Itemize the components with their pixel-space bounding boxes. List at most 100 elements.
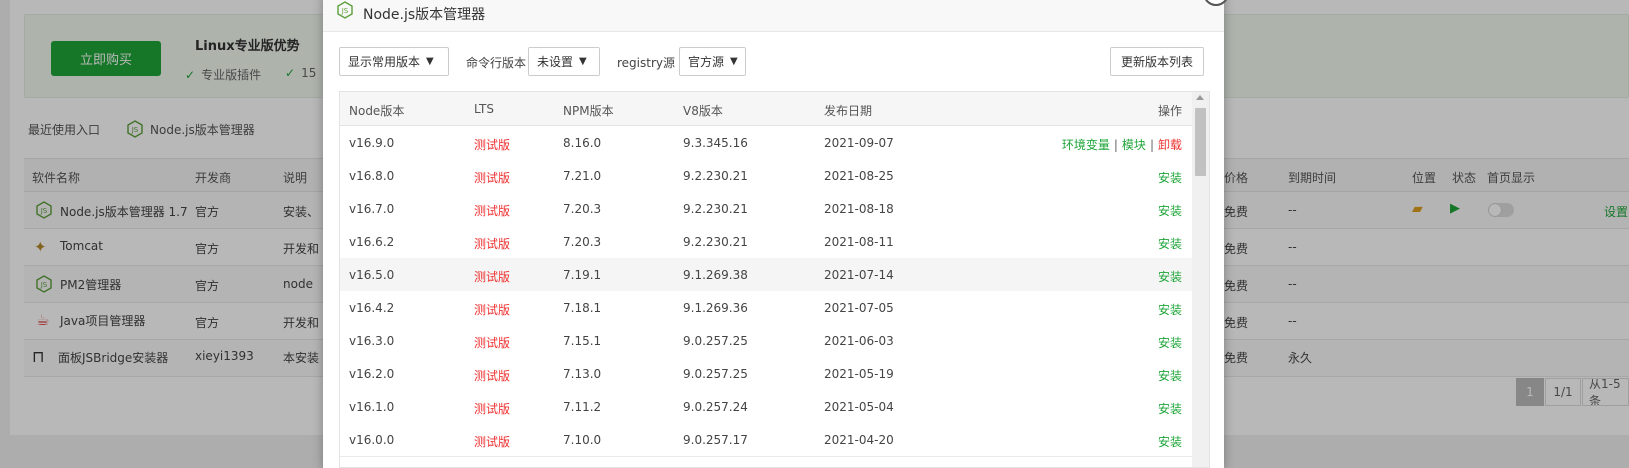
registry-label: registry源 (617, 56, 675, 70)
cli-version-label: 命令行版本 (466, 56, 527, 70)
install-link[interactable]: 安装 (1158, 204, 1182, 218)
row-actions: 环境变量 | 模块 | 卸载 (1062, 136, 1182, 153)
col-npm-version: NPM版本 (563, 104, 614, 118)
npm-version: 7.19.1 (563, 268, 602, 282)
node-version: v16.8.0 (349, 169, 395, 183)
npm-version: 7.20.3 (563, 202, 602, 216)
node-version: v16.3.0 (349, 334, 395, 348)
install-link[interactable]: 安装 (1158, 435, 1182, 449)
lts-status: 测试版 (474, 138, 511, 152)
v8-version: 9.0.257.17 (683, 433, 748, 447)
table-row: v16.1.0 测试版 7.11.2 9.0.257.24 2021-05-04 安装 (340, 390, 1192, 424)
table-row: v16.9.0 测试版 8.16.0 9.3.345.16 2021-09-07 环境变量… (340, 126, 1192, 160)
scrollbar-thumb[interactable] (1195, 108, 1206, 176)
release-date: 2021-07-14 (824, 268, 894, 282)
install-link[interactable]: 安装 (1158, 336, 1182, 350)
npm-version: 7.13.0 (563, 367, 602, 381)
chevron-down-icon: ▼ (730, 56, 738, 67)
v8-version: 9.0.257.24 (683, 400, 748, 414)
row-actions: 安装 (1158, 301, 1182, 318)
version-filter-select[interactable]: 显示常用版本 ▼ (339, 47, 449, 76)
npm-version: 7.18.1 (563, 301, 602, 315)
install-link[interactable]: 安装 (1158, 402, 1182, 416)
table-row: v16.0.0 测试版 7.10.0 9.0.257.17 2021-04-20 安装 (340, 423, 1192, 457)
v8-version: 9.2.230.21 (683, 235, 748, 249)
row-actions: 安装 (1158, 433, 1182, 450)
module-link[interactable]: 模块 (1122, 138, 1146, 152)
install-link[interactable]: 安装 (1158, 369, 1182, 383)
row-actions: 安装 (1158, 235, 1182, 252)
row-actions: 安装 (1158, 367, 1182, 384)
node-version: v16.7.0 (349, 202, 395, 216)
row-actions: 安装 (1158, 268, 1182, 285)
node-version: v16.6.2 (349, 235, 395, 249)
v8-version: 9.1.269.36 (683, 301, 748, 315)
node-version: v16.0.0 (349, 433, 395, 447)
install-link[interactable]: 安装 (1158, 171, 1182, 185)
install-link[interactable]: 安装 (1158, 237, 1182, 251)
row-actions: 安装 (1158, 334, 1182, 351)
npm-version: 8.16.0 (563, 136, 602, 150)
table-row: v16.8.0 测试版 7.21.0 9.2.230.21 2021-08-25 安装 (340, 159, 1192, 193)
col-v8-version: V8版本 (683, 104, 723, 118)
table-row: v16.4.2 测试版 7.18.1 9.1.269.36 2021-07-05 安装 (340, 291, 1192, 325)
refresh-version-list-button[interactable]: 更新版本列表 (1110, 47, 1204, 76)
col-operation: 操作 (1157, 104, 1182, 118)
version-table: Node版本 LTS NPM版本 V8版本 发布日期 操作 v16.9.0 测试版… (339, 91, 1210, 468)
npm-version: 7.21.0 (563, 169, 602, 183)
release-date: 2021-04-20 (824, 433, 894, 447)
scroll-up-arrow-icon[interactable] (1196, 95, 1204, 100)
lts-status: 测试版 (474, 270, 511, 284)
registry-select[interactable]: 官方源 ▼ (679, 47, 746, 76)
svg-text:JS: JS (341, 7, 349, 15)
chevron-down-icon: ▼ (426, 56, 434, 67)
table-row: v16.7.0 测试版 7.20.3 9.2.230.21 2021-08-18 安装 (340, 192, 1192, 226)
table-row: v16.6.2 测试版 7.20.3 9.2.230.21 2021-08-11 安装 (340, 225, 1192, 259)
version-table-header: Node版本 LTS NPM版本 V8版本 发布日期 操作 (340, 92, 1192, 126)
table-row: v16.3.0 测试版 7.15.1 9.0.257.25 2021-06-03 安装 (340, 324, 1192, 358)
separator: | (1149, 138, 1154, 152)
release-date: 2021-08-11 (824, 235, 894, 249)
install-link[interactable]: 安装 (1158, 303, 1182, 317)
release-date: 2021-09-07 (824, 136, 894, 150)
lts-status: 测试版 (474, 303, 511, 317)
v8-version: 9.2.230.21 (683, 202, 748, 216)
node-version: v16.5.0 (349, 268, 395, 282)
row-actions: 安装 (1158, 169, 1182, 186)
uninstall-link[interactable]: 卸载 (1158, 138, 1182, 152)
lts-status: 测试版 (474, 369, 511, 383)
v8-version: 9.0.257.25 (683, 334, 748, 348)
lts-status: 测试版 (474, 171, 511, 185)
table-row: v16.5.0 测试版 7.19.1 9.1.269.38 2021-07-14 安装 (340, 258, 1192, 292)
release-date: 2021-06-03 (824, 334, 894, 348)
lts-status: 测试版 (474, 237, 511, 251)
nodejs-version-manager-dialog: JS Node.js版本管理器 显示常用版本 ▼ 命令行版本 未设置 ▼ regis… (323, 0, 1229, 468)
lts-status: 测试版 (474, 402, 511, 416)
cli-version-select[interactable]: 未设置 ▼ (528, 47, 600, 76)
node-version: v16.9.0 (349, 136, 395, 150)
row-actions: 安装 (1158, 400, 1182, 417)
nodejs-icon: JS (337, 1, 353, 19)
v8-version: 9.1.269.38 (683, 268, 748, 282)
lts-status: 测试版 (474, 204, 511, 218)
v8-version: 9.3.345.16 (683, 136, 748, 150)
v8-version: 9.2.230.21 (683, 169, 748, 183)
v8-version: 9.0.257.25 (683, 367, 748, 381)
dialog-title: Node.js版本管理器 (363, 7, 486, 23)
node-version: v16.2.0 (349, 367, 395, 381)
release-date: 2021-08-18 (824, 202, 894, 216)
scrollbar[interactable] (1192, 92, 1209, 467)
lts-status: 测试版 (474, 336, 511, 350)
npm-version: 7.11.2 (563, 400, 602, 414)
separator: | (1113, 138, 1118, 152)
env-variable-link[interactable]: 环境变量 (1062, 138, 1110, 152)
node-version: v16.1.0 (349, 400, 395, 414)
col-node-version: Node版本 (349, 104, 405, 118)
npm-version: 7.15.1 (563, 334, 602, 348)
release-date: 2021-08-25 (824, 169, 894, 183)
row-actions: 安装 (1158, 202, 1182, 219)
dialog-titlebar: JS Node.js版本管理器 (323, 0, 1224, 32)
col-release-date: 发布日期 (824, 104, 873, 118)
release-date: 2021-05-04 (824, 400, 894, 414)
install-link[interactable]: 安装 (1158, 270, 1182, 284)
